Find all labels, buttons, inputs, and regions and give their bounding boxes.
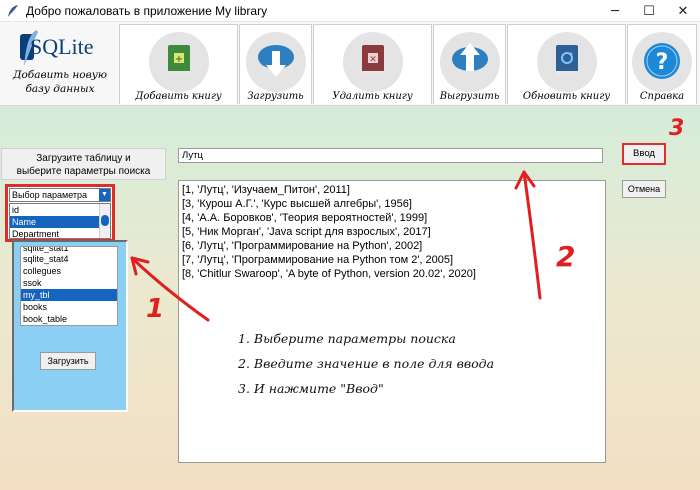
add-database-button[interactable]: SQLite Добавить новую базу данных: [4, 28, 116, 104]
param-option-id[interactable]: id: [10, 204, 110, 216]
tables-listbox[interactable]: sqlite_stat1 sqlite_stat4 collegues ssok…: [20, 246, 118, 326]
instruction-label: Загрузите таблицу и выберите параметры п…: [1, 148, 166, 180]
update-book-button[interactable]: Обновить книгу: [507, 24, 626, 104]
refresh-book-icon: [555, 45, 578, 75]
window-title: Добро пожаловать в приложение My library: [26, 3, 268, 18]
feather-icon: [8, 4, 18, 17]
instruction-step-3: 3. И нажмите "Ввод": [238, 381, 384, 396]
result-line: [4, 'А.А. Боровков', 'Теория вероятносте…: [182, 212, 428, 224]
instruction-steps: 1. Выберите параметры поиска 2. Введите …: [238, 326, 494, 401]
help-icon: ?: [644, 43, 680, 79]
cancel-button[interactable]: Отмена: [622, 180, 666, 198]
param-option-name[interactable]: Name: [10, 216, 110, 228]
add-book-button[interactable]: + Добавить книгу: [119, 24, 238, 104]
maximize-button[interactable]: ☐: [632, 0, 666, 22]
update-book-label: Обновить книгу: [522, 91, 611, 102]
param-option-department[interactable]: Department: [10, 228, 110, 240]
delete-book-icon: ✕: [361, 45, 384, 75]
tables-panel: sqlite_stat1 sqlite_stat4 collegues ssok…: [12, 240, 128, 412]
annotation-number-1: 1: [146, 294, 165, 324]
load-table-button[interactable]: Загрузить: [40, 352, 96, 370]
cloud-upload-icon: [451, 43, 488, 71]
help-button[interactable]: ? Справка: [627, 24, 697, 104]
result-line: [7, 'Лутц', 'Программирование на Python …: [182, 254, 454, 266]
annotation-number-2: 2: [556, 240, 576, 273]
param-selector-frame: Выбор параметра ▼ id Name Department: [5, 184, 115, 242]
logo-line-1: Добавить новую: [12, 69, 108, 81]
results-textbox[interactable]: [1, 'Лутц', 'Изучаем_Питон', 2011] [3, '…: [178, 180, 606, 463]
result-line: [1, 'Лутц', 'Изучаем_Питон', 2011]: [182, 184, 350, 196]
table-item-selected[interactable]: my_tbl: [21, 289, 117, 301]
enter-button[interactable]: Ввод: [622, 143, 666, 165]
export-data-button[interactable]: Выгрузить: [433, 24, 506, 104]
param-options-list[interactable]: id Name Department: [9, 203, 111, 239]
close-button[interactable]: ✕: [666, 0, 700, 22]
load-data-label: Загрузить: [247, 91, 304, 102]
help-label: Справка: [639, 91, 685, 102]
toolbar: SQLite Добавить новую базу данных + Доба…: [0, 22, 700, 106]
scrollbar-thumb[interactable]: [101, 215, 109, 226]
table-item[interactable]: books: [21, 301, 117, 313]
title-bar: Добро пожаловать в приложение My library…: [0, 0, 700, 22]
add-book-icon: +: [167, 45, 190, 75]
delete-book-label: Удалить книгу: [332, 91, 413, 102]
logo-line-2: базу данных: [25, 83, 95, 95]
search-input[interactable]: Лутц: [178, 148, 603, 163]
svg-text:?: ?: [656, 50, 669, 75]
param-combobox-value: Выбор параметра: [12, 190, 88, 200]
result-line: [6, 'Лутц', 'Программирование на Python'…: [182, 240, 423, 252]
export-data-label: Выгрузить: [439, 91, 500, 102]
annotation-number-3: 3: [669, 116, 685, 141]
minimize-button[interactable]: ─: [598, 0, 632, 22]
chevron-down-icon[interactable]: ▼: [99, 189, 110, 201]
instruction-step-1: 1. Выберите параметры поиска: [238, 331, 456, 346]
svg-text:+: +: [174, 54, 182, 65]
result-line: [3, 'Курош А.Г.', 'Курс высшей алгебры',…: [182, 198, 412, 210]
table-item[interactable]: collegues: [21, 265, 117, 277]
table-item[interactable]: sqlite_stat4: [21, 253, 117, 265]
svg-text:✕: ✕: [369, 55, 377, 65]
table-item[interactable]: ssok: [21, 277, 117, 289]
delete-book-button[interactable]: ✕ Удалить книгу: [313, 24, 432, 104]
load-data-button[interactable]: Загрузить: [239, 24, 312, 104]
cloud-download-icon: [257, 45, 294, 77]
sqlite-brand: SQLite: [30, 34, 94, 59]
param-options-scrollbar[interactable]: [99, 204, 110, 238]
instruction-step-2: 2. Введите значение в поле для ввода: [238, 356, 495, 371]
result-line: [8, 'Chitlur Swaroop', 'A byte of Python…: [182, 268, 476, 280]
add-book-label: Добавить книгу: [135, 91, 222, 102]
result-line: [5, 'Ник Морган', 'Java script для взрос…: [182, 226, 431, 238]
table-item[interactable]: book_table: [21, 313, 117, 325]
param-combobox[interactable]: Выбор параметра ▼: [9, 188, 111, 202]
